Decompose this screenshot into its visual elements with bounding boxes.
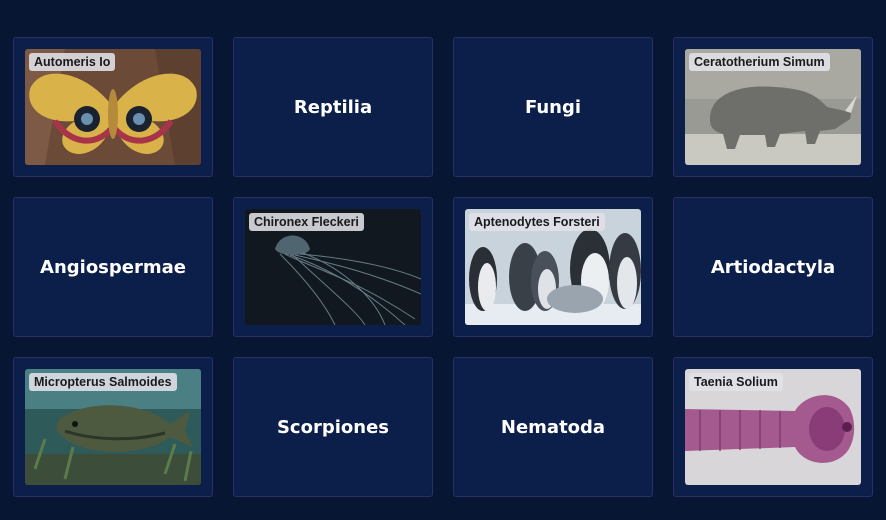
- card-scorpiones[interactable]: Scorpiones: [233, 357, 433, 497]
- card-aptenodytes-forsteri[interactable]: Aptenodytes Forsteri: [453, 197, 653, 337]
- card-label: Reptilia: [293, 96, 373, 118]
- card-grid: Automeris Io Reptilia Fungi Ceratotheriu…: [13, 37, 873, 497]
- card-micropterus-salmoides[interactable]: Micropterus Salmoides: [13, 357, 213, 497]
- card-chironex-fleckeri[interactable]: Chironex Fleckeri: [233, 197, 433, 337]
- card-nematoda[interactable]: Nematoda: [453, 357, 653, 497]
- card-automeris-io[interactable]: Automeris Io: [13, 37, 213, 177]
- card-label: Micropterus Salmoides: [29, 373, 177, 391]
- card-label: Aptenodytes Forsteri: [469, 213, 605, 231]
- card-label: Fungi: [524, 96, 582, 118]
- card-label: Chironex Fleckeri: [249, 213, 364, 231]
- card-taenia-solium[interactable]: Taenia Solium: [673, 357, 873, 497]
- card-label: Artiodactyla: [710, 256, 836, 278]
- card-fungi[interactable]: Fungi: [453, 37, 653, 177]
- card-label: Ceratotherium Simum: [689, 53, 830, 71]
- card-artiodactyla[interactable]: Artiodactyla: [673, 197, 873, 337]
- card-label: Automeris Io: [29, 53, 116, 71]
- card-ceratotherium-simum[interactable]: Ceratotherium Simum: [673, 37, 873, 177]
- card-reptilia[interactable]: Reptilia: [233, 37, 433, 177]
- card-label: Taenia Solium: [689, 373, 783, 391]
- card-label: Scorpiones: [276, 416, 390, 438]
- card-label: Angiospermae: [40, 256, 186, 278]
- card-label: Nematoda: [500, 416, 606, 438]
- card-angiospermae[interactable]: Angiospermae: [13, 197, 213, 337]
